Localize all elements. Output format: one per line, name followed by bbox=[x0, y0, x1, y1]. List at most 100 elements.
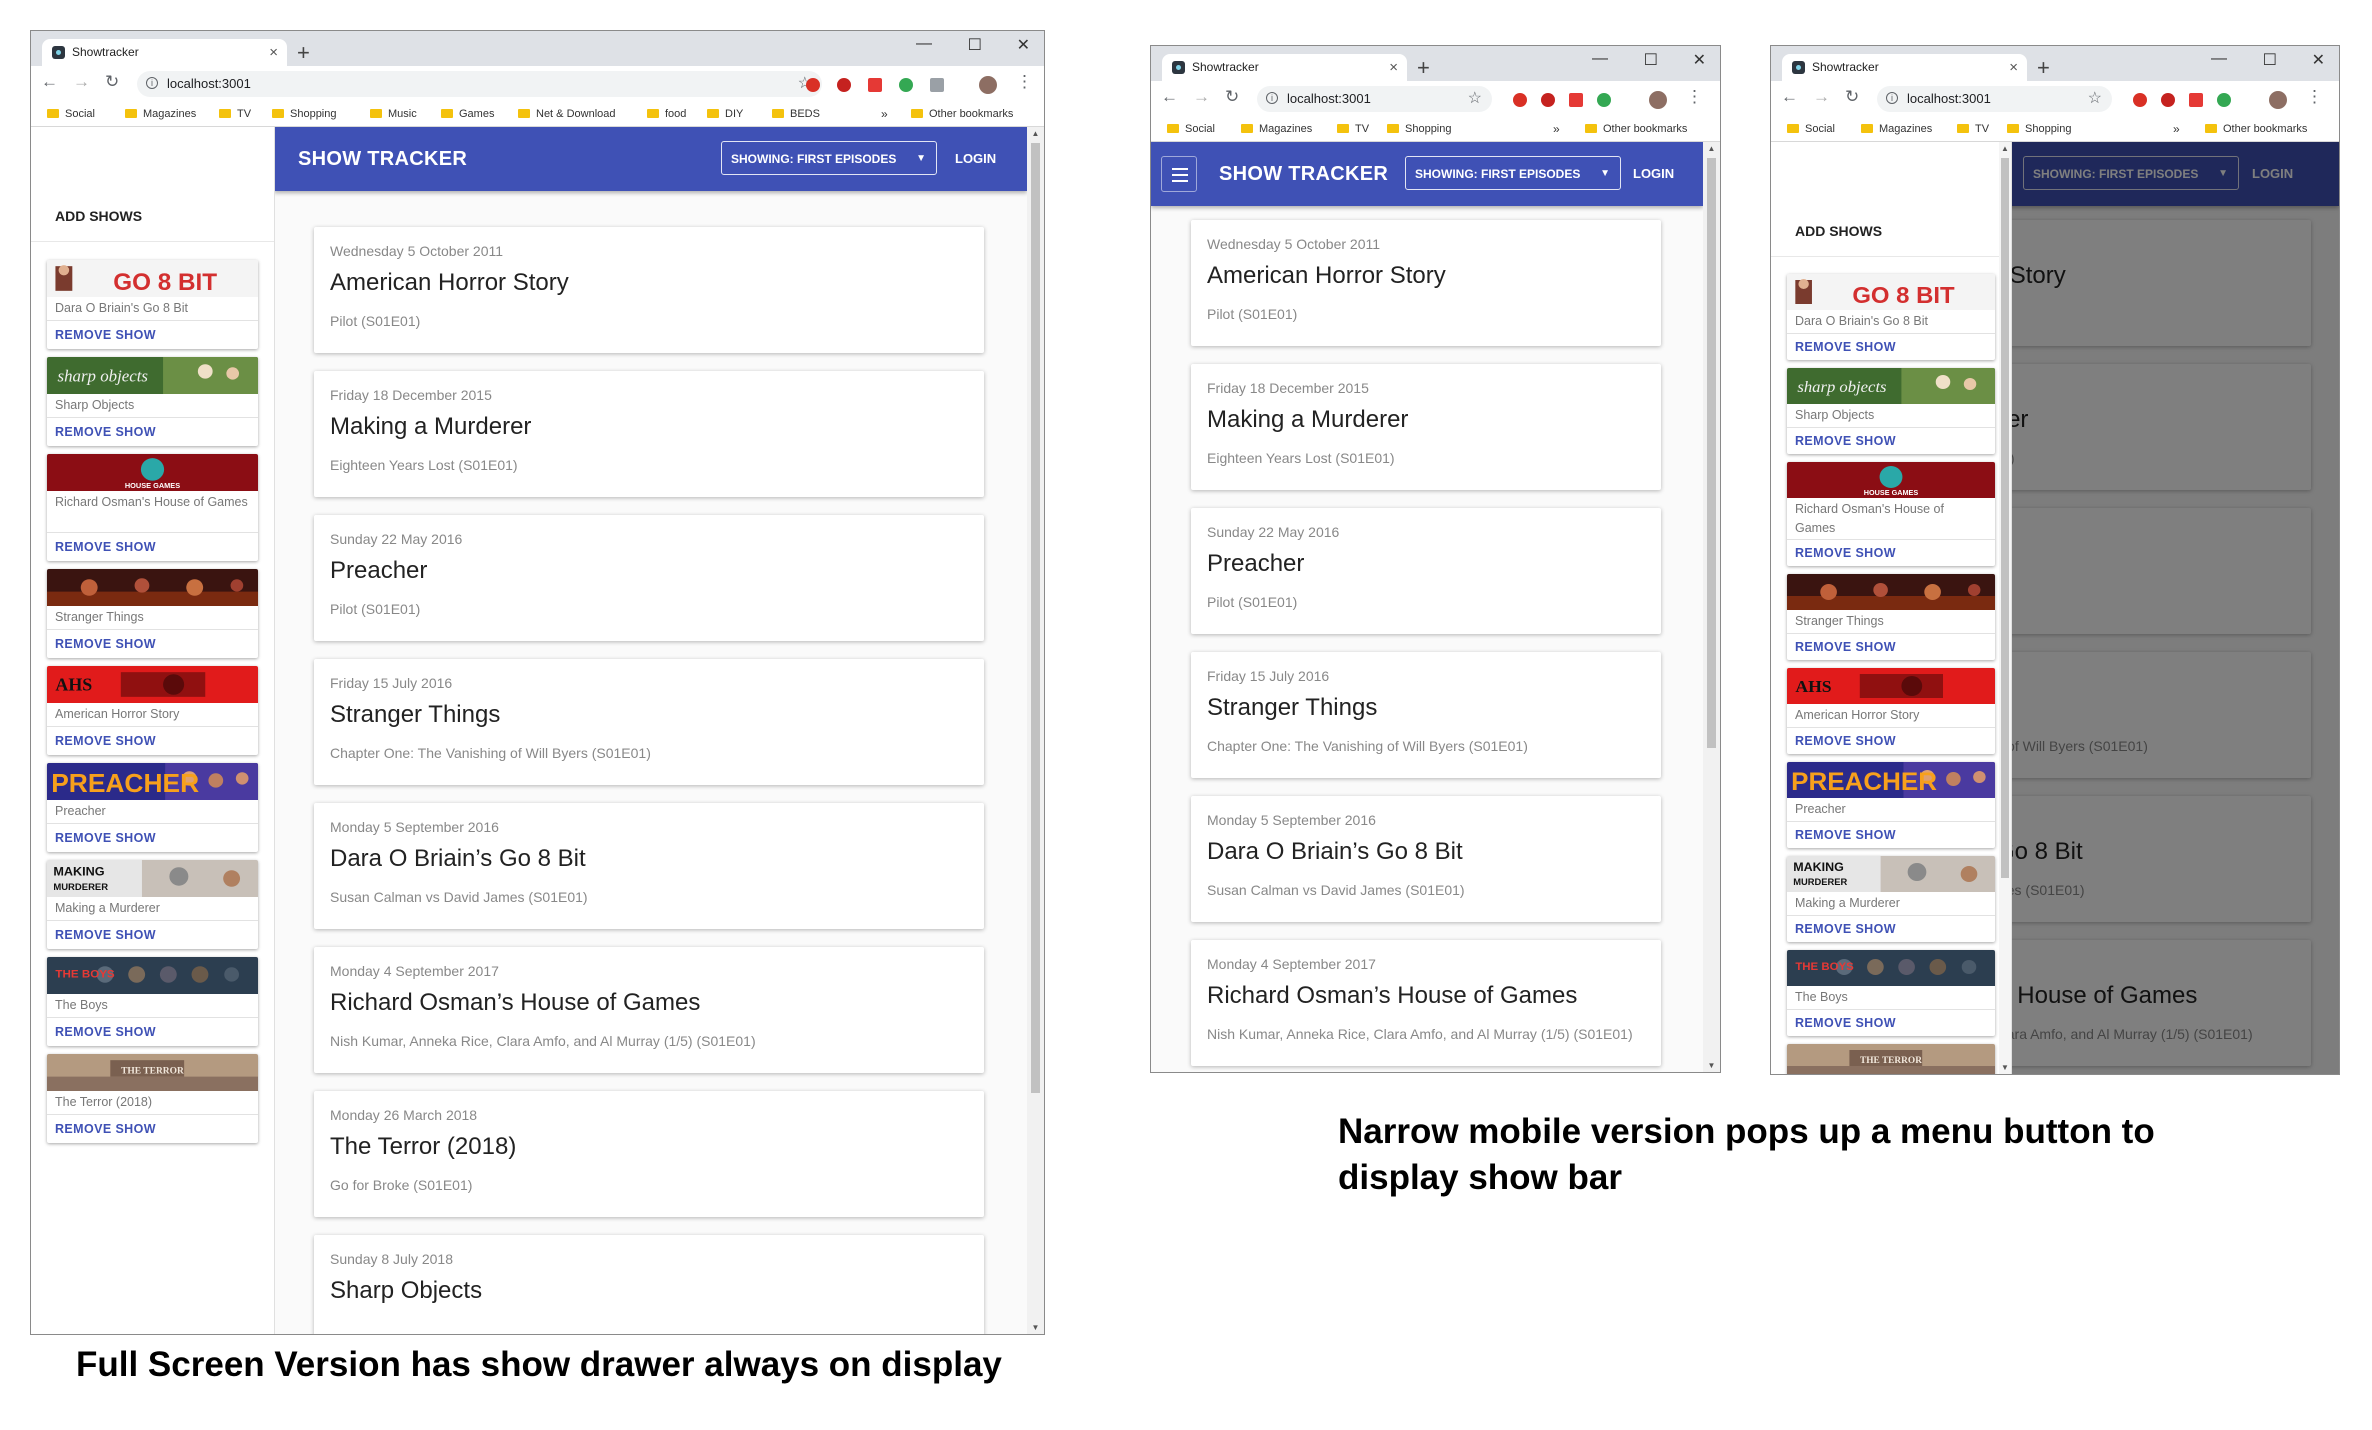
profile-avatar[interactable] bbox=[2269, 91, 2287, 109]
episode-card[interactable]: Wednesday 5 October 2011 American Horror … bbox=[1191, 220, 1661, 346]
episode-card[interactable]: Sunday 22 May 2016 Preacher Pilot (S01E01) bbox=[1191, 508, 1661, 634]
episode-card[interactable]: Wednesday 5 October 2011 American Horror … bbox=[314, 227, 984, 353]
remove-show-button[interactable]: REMOVE SHOW bbox=[1795, 1010, 1896, 1036]
preacher-banner-icon[interactable]: PREACHER bbox=[1787, 762, 1995, 798]
remove-show-button[interactable]: REMOVE SHOW bbox=[55, 921, 156, 949]
preacher-banner-icon[interactable]: PREACHER bbox=[47, 763, 258, 800]
remove-show-button[interactable]: REMOVE SHOW bbox=[55, 824, 156, 852]
maximize-icon[interactable]: ☐ bbox=[2263, 50, 2277, 70]
extension-icon[interactable] bbox=[930, 78, 944, 92]
bookmarks-overflow-icon[interactable]: » bbox=[2173, 117, 2180, 141]
close-window-icon[interactable]: ✕ bbox=[2312, 50, 2325, 70]
tab-close-icon[interactable]: × bbox=[269, 39, 278, 66]
bookmark-folder[interactable]: Shopping bbox=[1387, 117, 1452, 141]
episode-card[interactable]: Friday 15 July 2016 Stranger Things Chapte… bbox=[314, 659, 984, 785]
site-info-icon[interactable]: i bbox=[146, 77, 158, 89]
bookmarks-overflow-icon[interactable]: » bbox=[881, 102, 888, 126]
address-bar[interactable]: i localhost:3001 ☆ bbox=[137, 71, 822, 97]
bookmark-folder[interactable]: Social bbox=[1167, 117, 1215, 141]
episode-card[interactable]: Monday 5 September 2016 Dara O Briain’s G… bbox=[314, 803, 984, 929]
browser-tab[interactable]: Showtracker × bbox=[1162, 54, 1407, 81]
extension-icon[interactable] bbox=[1569, 93, 1583, 107]
forward-icon[interactable]: → bbox=[1813, 87, 1830, 107]
stranger-things-banner-icon[interactable] bbox=[1787, 574, 1995, 610]
bookmark-folder[interactable]: Magazines bbox=[1241, 117, 1312, 141]
ahs-banner-icon[interactable]: AHS bbox=[47, 666, 258, 703]
maximize-icon[interactable]: ☐ bbox=[1644, 50, 1658, 70]
site-info-icon[interactable]: i bbox=[1886, 92, 1898, 104]
drawer-scrollbar[interactable]: ▲ ▼ bbox=[1999, 142, 2011, 1074]
tab-close-icon[interactable]: × bbox=[2009, 54, 2018, 81]
remove-show-button[interactable]: REMOVE SHOW bbox=[1795, 916, 1896, 942]
reload-icon[interactable]: ↻ bbox=[1225, 87, 1239, 107]
forward-icon[interactable]: → bbox=[73, 72, 90, 92]
bookmark-folder[interactable]: Music bbox=[370, 102, 417, 126]
go8bit-banner-icon[interactable]: GO 8 BIT bbox=[1787, 274, 1995, 310]
extension-icon[interactable] bbox=[899, 78, 913, 92]
episode-card[interactable]: Monday 4 September 2017 Richard Osman’s H… bbox=[1191, 940, 1661, 1066]
reload-icon[interactable]: ↻ bbox=[105, 72, 119, 92]
remove-show-button[interactable]: REMOVE SHOW bbox=[1795, 634, 1896, 660]
close-window-icon[interactable]: ✕ bbox=[1017, 35, 1030, 55]
extension-icon[interactable] bbox=[1541, 93, 1555, 107]
episode-card[interactable]: Sunday 8 July 2018 Sharp Objects bbox=[314, 1235, 984, 1334]
scrollbar[interactable]: ▲ ▼ bbox=[1703, 142, 1720, 1072]
episode-card[interactable]: Monday 5 September 2016 Dara O Briain’s G… bbox=[1191, 796, 1661, 922]
reload-icon[interactable]: ↻ bbox=[1845, 87, 1859, 107]
bookmarks-overflow-icon[interactable]: » bbox=[1553, 117, 1560, 141]
the-boys-banner-icon[interactable]: THE BOYS bbox=[1787, 950, 1995, 986]
remove-show-button[interactable]: REMOVE SHOW bbox=[1795, 540, 1896, 566]
bookmark-folder[interactable]: Social bbox=[1787, 117, 1835, 141]
browser-menu-icon[interactable]: ⋮ bbox=[2306, 87, 2323, 107]
the-terror-banner-icon[interactable]: THE TERROR bbox=[47, 1054, 258, 1091]
house-of-games-banner-icon[interactable]: HOUSE GAMES bbox=[47, 454, 258, 491]
minimize-icon[interactable]: — bbox=[916, 35, 932, 53]
browser-tab[interactable]: Showtracker × bbox=[1782, 54, 2027, 81]
extension-icon[interactable] bbox=[1597, 93, 1611, 107]
new-tab-button[interactable]: + bbox=[1417, 54, 1430, 81]
house-of-games-banner-icon[interactable]: HOUSE GAMES bbox=[1787, 462, 1995, 498]
adblock-extension-icon[interactable] bbox=[1513, 93, 1527, 107]
remove-show-button[interactable]: REMOVE SHOW bbox=[55, 630, 156, 658]
bookmark-star-icon[interactable]: ☆ bbox=[2088, 86, 2102, 112]
scroll-thumb[interactable] bbox=[1031, 143, 1040, 1093]
sharp-objects-banner-icon[interactable]: sharp objects bbox=[1787, 368, 1995, 404]
ahs-banner-icon[interactable]: AHS bbox=[1787, 668, 1995, 704]
address-bar[interactable]: i localhost:3001 ☆ bbox=[1877, 86, 2112, 112]
remove-show-button[interactable]: REMOVE SHOW bbox=[1795, 428, 1896, 454]
profile-avatar[interactable] bbox=[1649, 91, 1667, 109]
episode-card[interactable]: Monday 26 March 2018 The Terror (2018) Go … bbox=[314, 1091, 984, 1217]
bookmark-folder[interactable]: Magazines bbox=[125, 102, 196, 126]
episode-card[interactable]: Monday 4 September 2017 Richard Osman’s H… bbox=[314, 947, 984, 1073]
scroll-up-icon[interactable]: ▲ bbox=[1703, 144, 1720, 153]
bookmark-folder[interactable]: BEDS bbox=[772, 102, 820, 126]
new-tab-button[interactable]: + bbox=[2037, 54, 2050, 81]
scrollbar[interactable]: ▲ ▼ bbox=[1027, 127, 1044, 1334]
scroll-down-icon[interactable]: ▼ bbox=[1027, 1323, 1044, 1332]
episode-card[interactable]: Sunday 22 May 2016 Preacher Pilot (S01E01) bbox=[314, 515, 984, 641]
bookmark-folder[interactable]: Shopping bbox=[272, 102, 337, 126]
episode-filter-dropdown[interactable]: SHOWING: FIRST EPISODES ▼ bbox=[721, 141, 937, 175]
other-bookmarks[interactable]: Other bookmarks bbox=[1585, 117, 1687, 141]
scroll-up-icon[interactable]: ▲ bbox=[1027, 129, 1044, 138]
bookmark-folder[interactable]: Net & Download bbox=[518, 102, 616, 126]
scroll-thumb[interactable] bbox=[2001, 158, 2009, 878]
add-shows-button[interactable]: ADD SHOWS bbox=[31, 191, 274, 242]
extension-icon[interactable] bbox=[2161, 93, 2175, 107]
login-button[interactable]: LOGIN bbox=[955, 127, 996, 191]
the-terror-banner-icon[interactable]: THE TERROR bbox=[1787, 1044, 1995, 1074]
remove-show-button[interactable]: REMOVE SHOW bbox=[55, 1018, 156, 1046]
new-tab-button[interactable]: + bbox=[297, 39, 310, 66]
remove-show-button[interactable]: REMOVE SHOW bbox=[1795, 334, 1896, 360]
extension-icon[interactable] bbox=[2189, 93, 2203, 107]
sharp-objects-banner-icon[interactable]: sharp objects bbox=[47, 357, 258, 394]
the-boys-banner-icon[interactable]: THE BOYS bbox=[47, 957, 258, 994]
tab-close-icon[interactable]: × bbox=[1389, 54, 1398, 81]
login-button[interactable]: LOGIN bbox=[1633, 142, 1674, 206]
extension-icon[interactable] bbox=[868, 78, 882, 92]
minimize-icon[interactable]: — bbox=[2211, 50, 2227, 68]
site-info-icon[interactable]: i bbox=[1266, 92, 1278, 104]
back-icon[interactable]: ← bbox=[1161, 87, 1178, 107]
episode-filter-dropdown[interactable]: SHOWING: FIRST EPISODES ▼ bbox=[1405, 156, 1621, 190]
menu-button[interactable] bbox=[1161, 156, 1197, 192]
